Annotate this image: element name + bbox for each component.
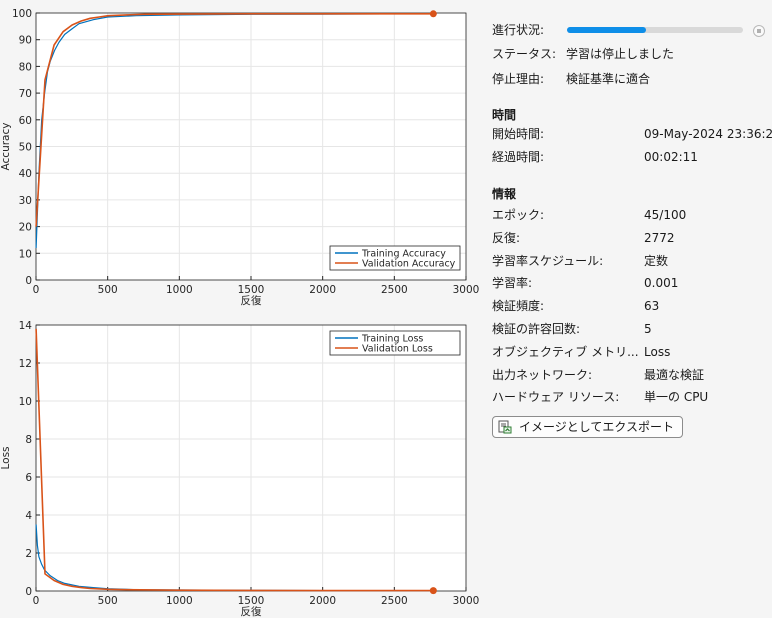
progress-bar [567, 27, 743, 33]
info-label: ハードウェア リソース: [492, 390, 620, 405]
x-tick-label: 2500 [381, 595, 408, 607]
y-tick-label: 6 [25, 472, 32, 484]
y-tick-label: 10 [19, 248, 32, 260]
legend-entry: Validation Accuracy [362, 259, 456, 270]
y-tick-label: 40 [19, 168, 32, 180]
training-plots: 0 500 1000 1500 2000 2500 30000102030405060708… [0, 8, 479, 618]
info-value: 定数 [644, 253, 669, 268]
x-tick-label: 0 [33, 284, 40, 296]
x-tick-label: 2000 [309, 595, 336, 607]
y-tick-label: 0 [25, 275, 32, 287]
y-axis-label: Loss [0, 446, 12, 469]
stop-icon[interactable] [753, 25, 765, 37]
info-value: 5 [644, 322, 652, 336]
info-value: 63 [644, 299, 660, 314]
start-time-value: 09-May-2024 23:36:27 [644, 127, 772, 141]
x-tick-label: 1000 [166, 595, 193, 607]
progress-label: 進行状況: [492, 23, 545, 37]
x-tick-label: 500 [98, 595, 118, 607]
x-tick-label: 500 [98, 284, 118, 296]
status-label: ステータス: [492, 47, 557, 61]
y-tick-label: 14 [19, 320, 33, 332]
info-label: 検証頻度: [492, 299, 545, 314]
time-section-header: 時間 [492, 108, 517, 122]
export-image-button[interactable]: イメージとしてエクスポート [492, 416, 684, 438]
y-tick-label: 20 [19, 222, 32, 234]
info-value: Loss [644, 344, 671, 359]
y-tick-label: 12 [19, 358, 32, 370]
x-tick-label: 3000 [453, 595, 480, 607]
y-tick-label: 2 [25, 548, 32, 560]
export-image-label: イメージとしてエクスポート [519, 420, 675, 434]
final-validation-marker [429, 10, 437, 18]
info-label: 反復: [492, 230, 521, 245]
accuracy-chart: 0 500 1000 1500 2000 2500 30000102030405060708… [0, 8, 479, 307]
info-value: 45/100 [644, 208, 687, 222]
y-tick-label: 80 [19, 61, 32, 73]
x-tick-label: 2500 [381, 284, 408, 296]
x-tick-label: 2000 [309, 284, 336, 296]
info-label: エポック: [492, 208, 545, 222]
info-value: 2772 [644, 230, 675, 245]
y-tick-label: 70 [19, 88, 32, 100]
y-tick-label: 0 [25, 586, 32, 598]
info-label: 出力ネットワーク: [492, 367, 593, 382]
reason-label: 停止理由: [492, 72, 545, 86]
reason-value: 検証基準に適合 [566, 72, 651, 86]
legend-entry: Validation Loss [362, 344, 433, 355]
start-time-label: 開始時間: [492, 127, 545, 141]
x-axis-label: 反復 [241, 294, 262, 307]
elapsed-time-value: 00:02:11 [644, 150, 698, 164]
info-value: 0.001 [644, 276, 679, 291]
info-value: 最適な検証 [644, 367, 705, 382]
status-value: 学習は停止しました [566, 47, 675, 61]
info-label: 検証の許容回数: [492, 322, 581, 336]
elapsed-time-label: 経過時間: [492, 150, 545, 164]
x-tick-label: 0 [33, 595, 40, 607]
export-image-icon [498, 420, 512, 434]
y-tick-label: 8 [25, 434, 32, 446]
y-tick-label: 30 [19, 195, 32, 207]
y-tick-label: 90 [19, 35, 32, 47]
final-validation-marker [429, 587, 437, 595]
y-tick-label: 50 [19, 142, 32, 154]
status-panel: 進行状況: ステータス: 学習は停止しました 停止理由: 検証基準に適合 時間 … [480, 0, 772, 618]
loss-chart: 0 500 1000 1500 2000 2500 300002468101214反復Los… [0, 320, 479, 618]
y-tick-label: 10 [19, 396, 32, 408]
info-value: 単一の CPU [644, 390, 709, 405]
progress-bar-fill [567, 27, 647, 33]
info-label: 学習率スケジュール: [492, 253, 604, 268]
x-tick-label: 3000 [453, 284, 480, 296]
x-axis-label: 反復 [241, 605, 262, 618]
y-tick-label: 4 [25, 510, 32, 522]
y-tick-label: 100 [12, 8, 32, 20]
info-section-header: 情報 [492, 187, 517, 201]
y-axis-label: Accuracy [0, 123, 12, 171]
info-label: オブジェクティブ メトリ... [492, 344, 639, 359]
y-tick-label: 60 [19, 115, 32, 127]
info-label: 学習率: [492, 276, 533, 291]
x-tick-label: 1000 [166, 284, 193, 296]
